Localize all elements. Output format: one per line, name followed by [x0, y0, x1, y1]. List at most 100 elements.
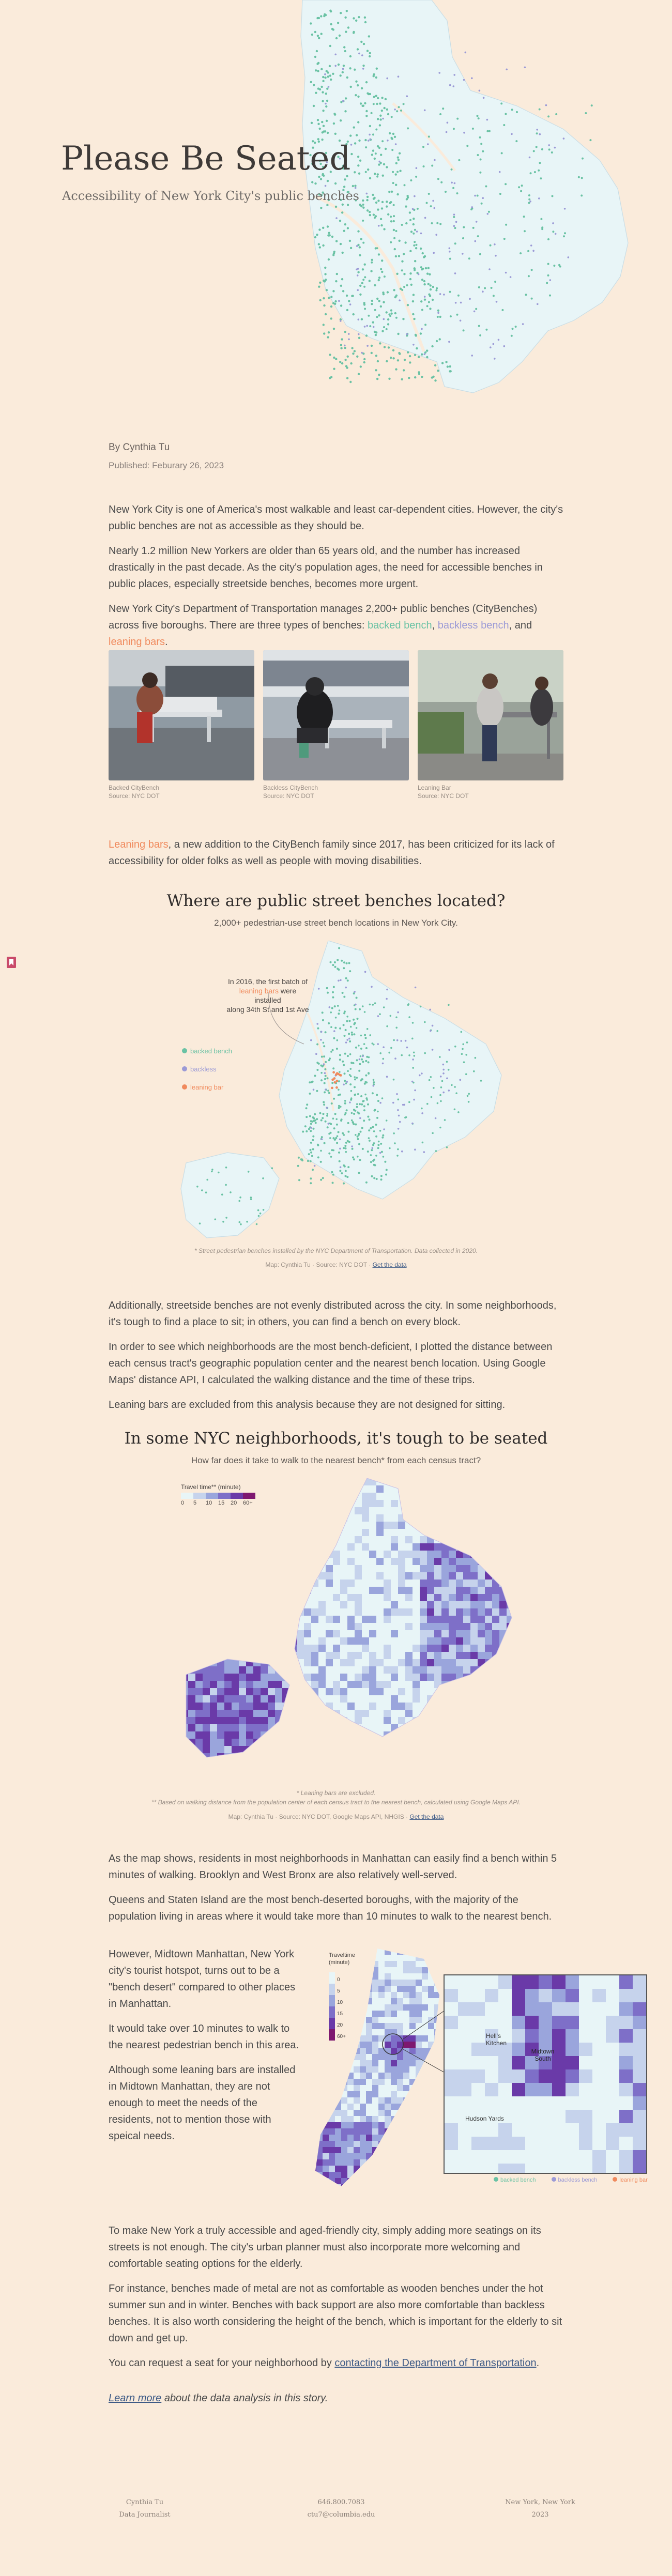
bench-dot: [329, 1137, 331, 1139]
census-tract: [246, 1753, 254, 1757]
census-tract: [354, 2004, 360, 2011]
census-tract: [427, 1485, 435, 1493]
legend-item-leaning: leaning bar: [613, 2177, 648, 2183]
census-tract: [470, 1514, 478, 1522]
census-tract: [316, 1986, 323, 1992]
bench-dot: [345, 1141, 347, 1144]
census-tract: [253, 1565, 261, 1573]
bench-dot: [442, 1091, 445, 1094]
census-tract: [592, 2043, 606, 2057]
census-tract: [323, 1955, 329, 1961]
bench-dot: [377, 253, 380, 256]
census-tract: [378, 2011, 385, 2017]
bench-dot: [308, 1153, 310, 1156]
census-tract: [360, 1992, 366, 1999]
census-tract: [318, 1587, 326, 1594]
bench-dot: [397, 1011, 399, 1014]
census-tract: [329, 1961, 335, 1968]
census-tract: [391, 2178, 398, 2185]
census-tract: [449, 1637, 456, 1645]
bench-dot: [339, 1071, 341, 1073]
census-tract: [333, 1645, 341, 1652]
bench-dot: [358, 16, 360, 19]
census-tract: [405, 1710, 413, 1718]
census-tract: [340, 1652, 348, 1660]
census-tract: [441, 1630, 449, 1638]
census-tract: [232, 1645, 239, 1652]
footer-phone[interactable]: 646.800.7083: [300, 2496, 383, 2509]
bench-dot: [345, 962, 348, 964]
bench-dot: [577, 176, 580, 178]
bench-dot: [377, 1100, 379, 1102]
census-tract: [552, 2150, 566, 2164]
census-tract: [478, 1753, 485, 1757]
census-tract: [275, 1587, 283, 1594]
census-tract: [315, 2048, 317, 2054]
census-tract: [463, 1514, 471, 1522]
bench-dot: [453, 1108, 456, 1111]
bookmark-icon[interactable]: [6, 956, 17, 969]
census-tract: [413, 1514, 420, 1522]
census-tract: [507, 1507, 512, 1515]
bench-dot: [346, 1016, 348, 1018]
census-tract: [360, 2178, 366, 2185]
census-tract: [341, 1986, 348, 1992]
bench-dot: [388, 377, 391, 380]
census-tract: [195, 1551, 203, 1558]
bench-dot: [334, 53, 337, 56]
bench-dot: [440, 1086, 442, 1088]
bench-dot: [322, 110, 325, 112]
census-tract: [385, 2184, 391, 2186]
census-tract: [592, 2016, 606, 2030]
census-tract: [340, 1630, 348, 1638]
census-tract: [492, 1695, 500, 1703]
census-tract: [304, 1514, 312, 1522]
bench-dot: [421, 1112, 423, 1114]
census-tract: [188, 1760, 196, 1768]
census-tract: [188, 1746, 196, 1754]
bench-dot: [366, 345, 369, 347]
census-tract: [434, 1710, 442, 1718]
bench-dot: [413, 1051, 415, 1054]
census-tract: [514, 1768, 517, 1775]
census-tract: [318, 1630, 326, 1638]
census-tract: [315, 2091, 317, 2098]
get-data-link[interactable]: Get the data: [373, 1261, 407, 1268]
bench-dot: [339, 1166, 342, 1169]
bench-dot: [378, 163, 380, 166]
census-tract: [224, 1666, 232, 1674]
census-tract: [378, 2023, 385, 2030]
census-tract: [261, 1739, 268, 1746]
census-tract: [369, 1717, 377, 1725]
census-tract: [355, 1710, 362, 1718]
census-tract: [397, 2172, 404, 2179]
census-tract: [210, 1572, 218, 1580]
census-tract: [372, 2029, 379, 2036]
bench-dot: [333, 356, 335, 359]
census-tract: [297, 1580, 304, 1587]
learn-more-link[interactable]: Learn more: [109, 2393, 161, 2404]
census-tract: [403, 2141, 410, 2148]
bench-dot: [332, 252, 335, 255]
bench-dot: [343, 1035, 346, 1037]
census-tract: [316, 2184, 323, 2186]
get-data-link[interactable]: Get the data: [409, 1813, 444, 1820]
census-tract: [268, 1703, 276, 1710]
bench-dot: [313, 1164, 316, 1167]
census-tract: [210, 1746, 218, 1754]
bench-dot: [453, 216, 455, 218]
bench-dot: [383, 275, 386, 278]
footer-email[interactable]: ctu7@columbia.edu: [300, 2509, 383, 2521]
census-tract: [416, 2116, 422, 2123]
census-tract: [485, 1500, 493, 1508]
bench-dot: [342, 100, 344, 102]
census-tract: [354, 2073, 360, 2079]
census-tract: [253, 1536, 261, 1544]
census-tract: [311, 1580, 319, 1587]
bench-dot: [386, 205, 388, 208]
census-tract: [217, 1608, 225, 1616]
bench-dot: [359, 1130, 362, 1133]
census-tract: [420, 1507, 427, 1515]
contact-dot-link[interactable]: contacting the Department of Transportat…: [334, 2357, 536, 2369]
census-tract: [525, 2123, 539, 2137]
